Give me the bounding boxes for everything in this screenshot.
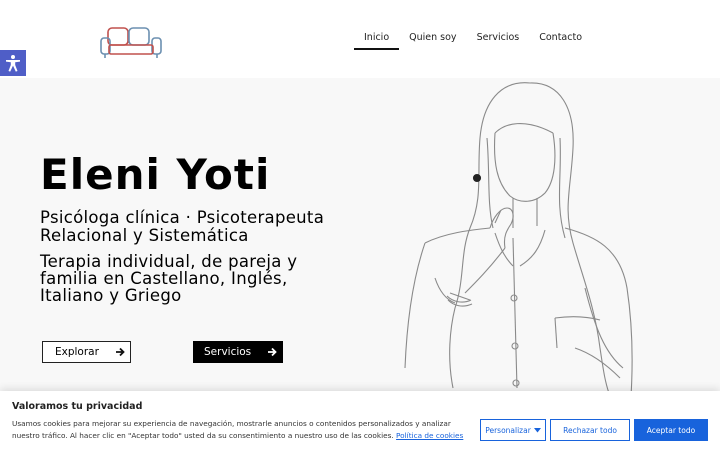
explore-button[interactable]: Explorar	[42, 341, 131, 363]
explore-button-label: Explorar	[55, 346, 99, 358]
nav-item-quien-soy[interactable]: Quien soy	[399, 32, 466, 50]
sofa-logo-icon[interactable]	[99, 26, 165, 60]
hero-subtitle-profession: Psicóloga clínica · Psicoterapeuta Relac…	[40, 208, 325, 245]
cookie-title: Valoramos tu privacidad	[12, 401, 143, 412]
nav-item-contacto[interactable]: Contacto	[529, 32, 592, 50]
customize-button[interactable]: Personalizar	[480, 419, 546, 441]
accessibility-button[interactable]	[0, 50, 26, 76]
site-header: Inicio Quien soy Servicios Contacto	[0, 0, 720, 78]
services-button-label: Servicios	[204, 346, 252, 358]
main-nav: Inicio Quien soy Servicios Contacto	[354, 32, 592, 50]
cookie-description: Usamos cookies para mejorar su experienc…	[12, 419, 451, 440]
accept-all-button[interactable]: Aceptar todo	[634, 419, 708, 441]
nav-item-servicios[interactable]: Servicios	[467, 32, 530, 50]
customize-button-label: Personalizar	[485, 425, 531, 435]
hero-subtitle-therapy: Terapia individual, de pareja y familia …	[40, 252, 298, 305]
caret-down-icon	[533, 427, 541, 432]
accessibility-icon	[6, 55, 20, 72]
arrow-right-icon	[115, 347, 125, 357]
hero-title: Eleni Yoti	[40, 150, 271, 199]
services-button[interactable]: Servicios	[193, 341, 283, 363]
nav-item-inicio[interactable]: Inicio	[354, 32, 400, 50]
reject-all-button[interactable]: Rechazar todo	[550, 419, 630, 441]
cookie-policy-link[interactable]: Política de cookies	[396, 431, 463, 440]
arrow-right-icon	[268, 347, 277, 357]
woman-line-illustration	[395, 78, 655, 398]
cookie-text: Usamos cookies para mejorar su experienc…	[12, 418, 474, 442]
